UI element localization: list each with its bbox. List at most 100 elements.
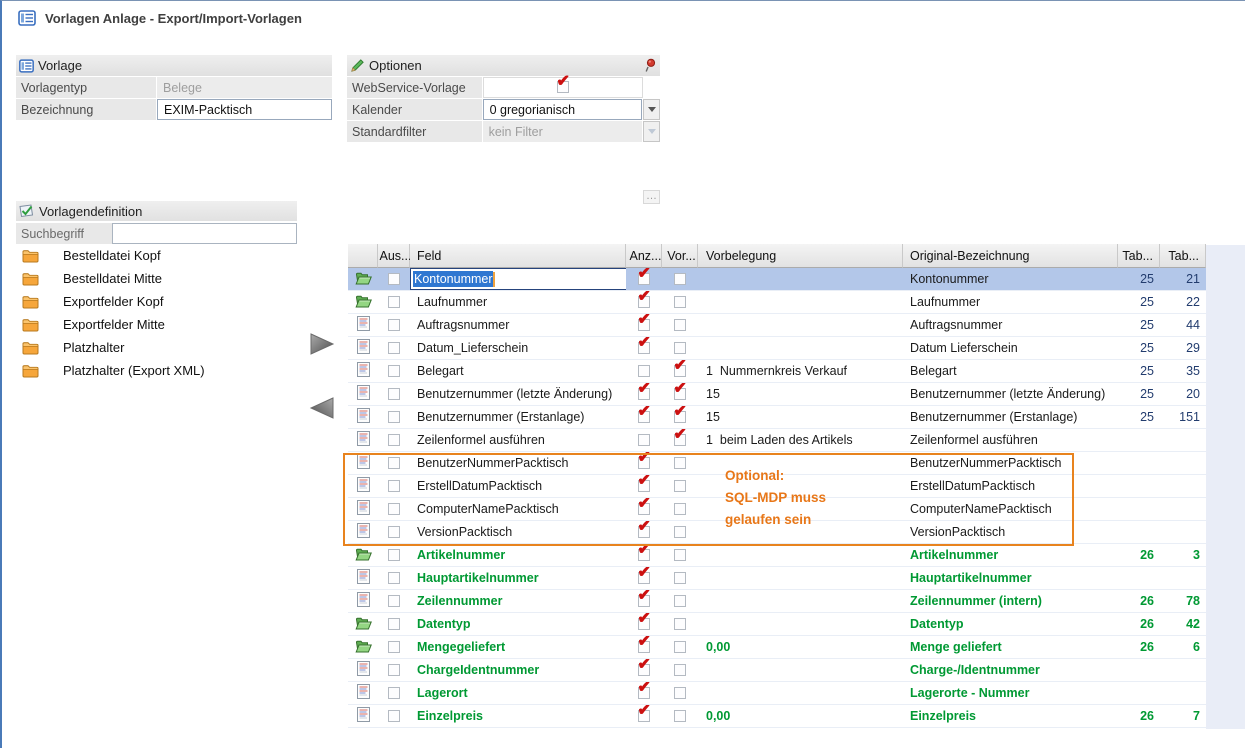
vorbelegung-checkbox[interactable] (674, 503, 687, 516)
move-left-button[interactable] (308, 396, 336, 422)
aus-checkbox[interactable] (388, 365, 401, 378)
anzeigen-checkbox[interactable]: ✔ (638, 526, 651, 539)
aus-checkbox[interactable] (388, 296, 401, 309)
aus-checkbox[interactable] (388, 572, 401, 585)
vorbelegung-checkbox[interactable] (674, 641, 687, 654)
folder-item[interactable]: Platzhalter (16, 336, 219, 359)
vorbelegung-checkbox[interactable] (674, 526, 687, 539)
folder-item[interactable]: Exportfelder Mitte (16, 313, 219, 336)
anzeigen-checkbox[interactable]: ✔ (638, 572, 651, 585)
column-header[interactable] (348, 244, 378, 268)
aus-checkbox[interactable] (388, 549, 401, 562)
column-header[interactable]: Tab... (1118, 244, 1160, 268)
aus-checkbox[interactable] (388, 480, 401, 493)
aus-checkbox[interactable] (388, 457, 401, 470)
table-row[interactable]: Datentyp✔Datentyp2642 (348, 613, 1206, 636)
folder-item[interactable]: Platzhalter (Export XML) (16, 359, 219, 382)
vorbelegung-checkbox[interactable] (674, 572, 687, 585)
table-row[interactable]: Kontonummer✔Kontonummer2521 (348, 268, 1206, 291)
vorbelegung-checkbox[interactable] (674, 296, 687, 309)
vorbelegung-checkbox[interactable]: ✔ (674, 434, 687, 447)
column-header[interactable]: Feld (410, 244, 626, 268)
column-header[interactable]: Vorbelegung (698, 244, 903, 268)
column-header[interactable]: Original-Bezeichnung (903, 244, 1118, 268)
column-header[interactable]: Tab... (1160, 244, 1206, 268)
vorbelegung-checkbox[interactable] (674, 710, 687, 723)
table-row[interactable]: Auftragsnummer✔Auftragsnummer2544 (348, 314, 1206, 337)
anzeigen-checkbox[interactable]: ✔ (638, 319, 651, 332)
inline-edit-input[interactable]: Kontonummer (410, 268, 626, 290)
anzeigen-checkbox[interactable]: ✔ (638, 480, 651, 493)
table-row[interactable]: Benutzernummer (letzte Änderung)✔✔15Benu… (348, 383, 1206, 406)
webservice-checkbox[interactable]: ✔ (483, 77, 643, 98)
table-row[interactable]: Benutzernummer (Erstanlage)✔✔15Benutzern… (348, 406, 1206, 429)
anzeigen-checkbox[interactable]: ✔ (638, 296, 651, 309)
anzeigen-checkbox[interactable]: ✔ (638, 457, 651, 470)
aus-checkbox[interactable] (388, 664, 401, 677)
vorbelegung-checkbox[interactable] (674, 549, 687, 562)
vorbelegung-checkbox[interactable] (674, 664, 687, 677)
table-row[interactable]: Belegart✔1 Nummernkreis VerkaufBelegart2… (348, 360, 1206, 383)
anzeigen-checkbox[interactable]: ✔ (638, 710, 651, 723)
vorbelegung-checkbox[interactable] (674, 595, 687, 608)
folder-item[interactable]: Bestelldatei Kopf (16, 244, 219, 267)
vorbelegung-checkbox[interactable]: ✔ (674, 411, 687, 424)
anzeigen-checkbox[interactable]: ✔ (638, 595, 651, 608)
vorbelegung-checkbox[interactable] (674, 273, 687, 286)
aus-checkbox[interactable] (388, 595, 401, 608)
anzeigen-checkbox[interactable]: ✔ (638, 411, 651, 424)
anzeigen-checkbox[interactable]: ✔ (638, 273, 651, 286)
table-row[interactable]: Zeilennummer✔Zeilennummer (intern)2678 (348, 590, 1206, 613)
anzeigen-checkbox[interactable] (638, 365, 651, 378)
table-row[interactable]: ErstellDatumPacktisch✔ErstellDatumPackti… (348, 475, 1206, 498)
aus-checkbox[interactable] (388, 411, 401, 424)
aus-checkbox[interactable] (388, 618, 401, 631)
vorbelegung-checkbox[interactable] (674, 319, 687, 332)
vorbelegung-checkbox[interactable] (674, 480, 687, 493)
anzeigen-checkbox[interactable]: ✔ (638, 503, 651, 516)
kalender-select[interactable]: 0 gregorianisch (483, 99, 642, 120)
folder-item[interactable]: Bestelldatei Mitte (16, 267, 219, 290)
vorbelegung-checkbox[interactable] (674, 618, 687, 631)
pin-icon[interactable] (644, 58, 656, 76)
anzeigen-checkbox[interactable] (638, 434, 651, 447)
vorbelegung-checkbox[interactable] (674, 457, 687, 470)
table-row[interactable]: ChargeIdentnummer✔Charge-/Identnummer (348, 659, 1206, 682)
aus-checkbox[interactable] (388, 388, 401, 401)
table-row[interactable]: Zeilenformel ausführen✔1 beim Laden des … (348, 429, 1206, 452)
table-row[interactable]: Datum_Lieferschein✔Datum Lieferschein252… (348, 337, 1206, 360)
table-row[interactable]: Artikelnummer✔Artikelnummer263 (348, 544, 1206, 567)
aus-checkbox[interactable] (388, 687, 401, 700)
aus-checkbox[interactable] (388, 434, 401, 447)
table-row[interactable]: Laufnummer✔Laufnummer2522 (348, 291, 1206, 314)
aus-checkbox[interactable] (388, 319, 401, 332)
kalender-dropdown-button[interactable] (643, 99, 660, 120)
column-header[interactable]: Anz... (626, 244, 662, 268)
vorbelegung-checkbox[interactable] (674, 342, 687, 355)
table-row[interactable]: Einzelpreis✔0,00Einzelpreis267 (348, 705, 1206, 728)
anzeigen-checkbox[interactable]: ✔ (638, 549, 651, 562)
anzeigen-checkbox[interactable]: ✔ (638, 342, 651, 355)
table-row[interactable]: Hauptartikelnummer✔Hauptartikelnummer (348, 567, 1206, 590)
table-row[interactable]: BenutzerNummerPacktisch✔BenutzerNummerPa… (348, 452, 1206, 475)
anzeigen-checkbox[interactable]: ✔ (638, 618, 651, 631)
aus-checkbox[interactable] (388, 273, 401, 286)
vorbelegung-checkbox[interactable]: ✔ (674, 388, 687, 401)
search-input[interactable] (112, 223, 297, 244)
anzeigen-checkbox[interactable]: ✔ (638, 687, 651, 700)
bezeichnung-input[interactable]: EXIM-Packtisch (157, 99, 332, 120)
table-row[interactable]: ComputerNamePacktisch✔ComputerNamePackti… (348, 498, 1206, 521)
aus-checkbox[interactable] (388, 710, 401, 723)
aus-checkbox[interactable] (388, 526, 401, 539)
table-row[interactable]: Lagerort✔Lagerorte - Nummer (348, 682, 1206, 705)
aus-checkbox[interactable] (388, 342, 401, 355)
aus-checkbox[interactable] (388, 641, 401, 654)
folder-item[interactable]: Exportfelder Kopf (16, 290, 219, 313)
table-row[interactable]: Mengegeliefert✔0,00Menge geliefert266 (348, 636, 1206, 659)
column-header[interactable]: Aus... (378, 244, 410, 268)
aus-checkbox[interactable] (388, 503, 401, 516)
anzeigen-checkbox[interactable]: ✔ (638, 664, 651, 677)
move-right-button[interactable] (308, 332, 336, 358)
table-row[interactable]: VersionPacktisch✔VersionPacktisch (348, 521, 1206, 544)
column-header[interactable]: Vor... (662, 244, 698, 268)
